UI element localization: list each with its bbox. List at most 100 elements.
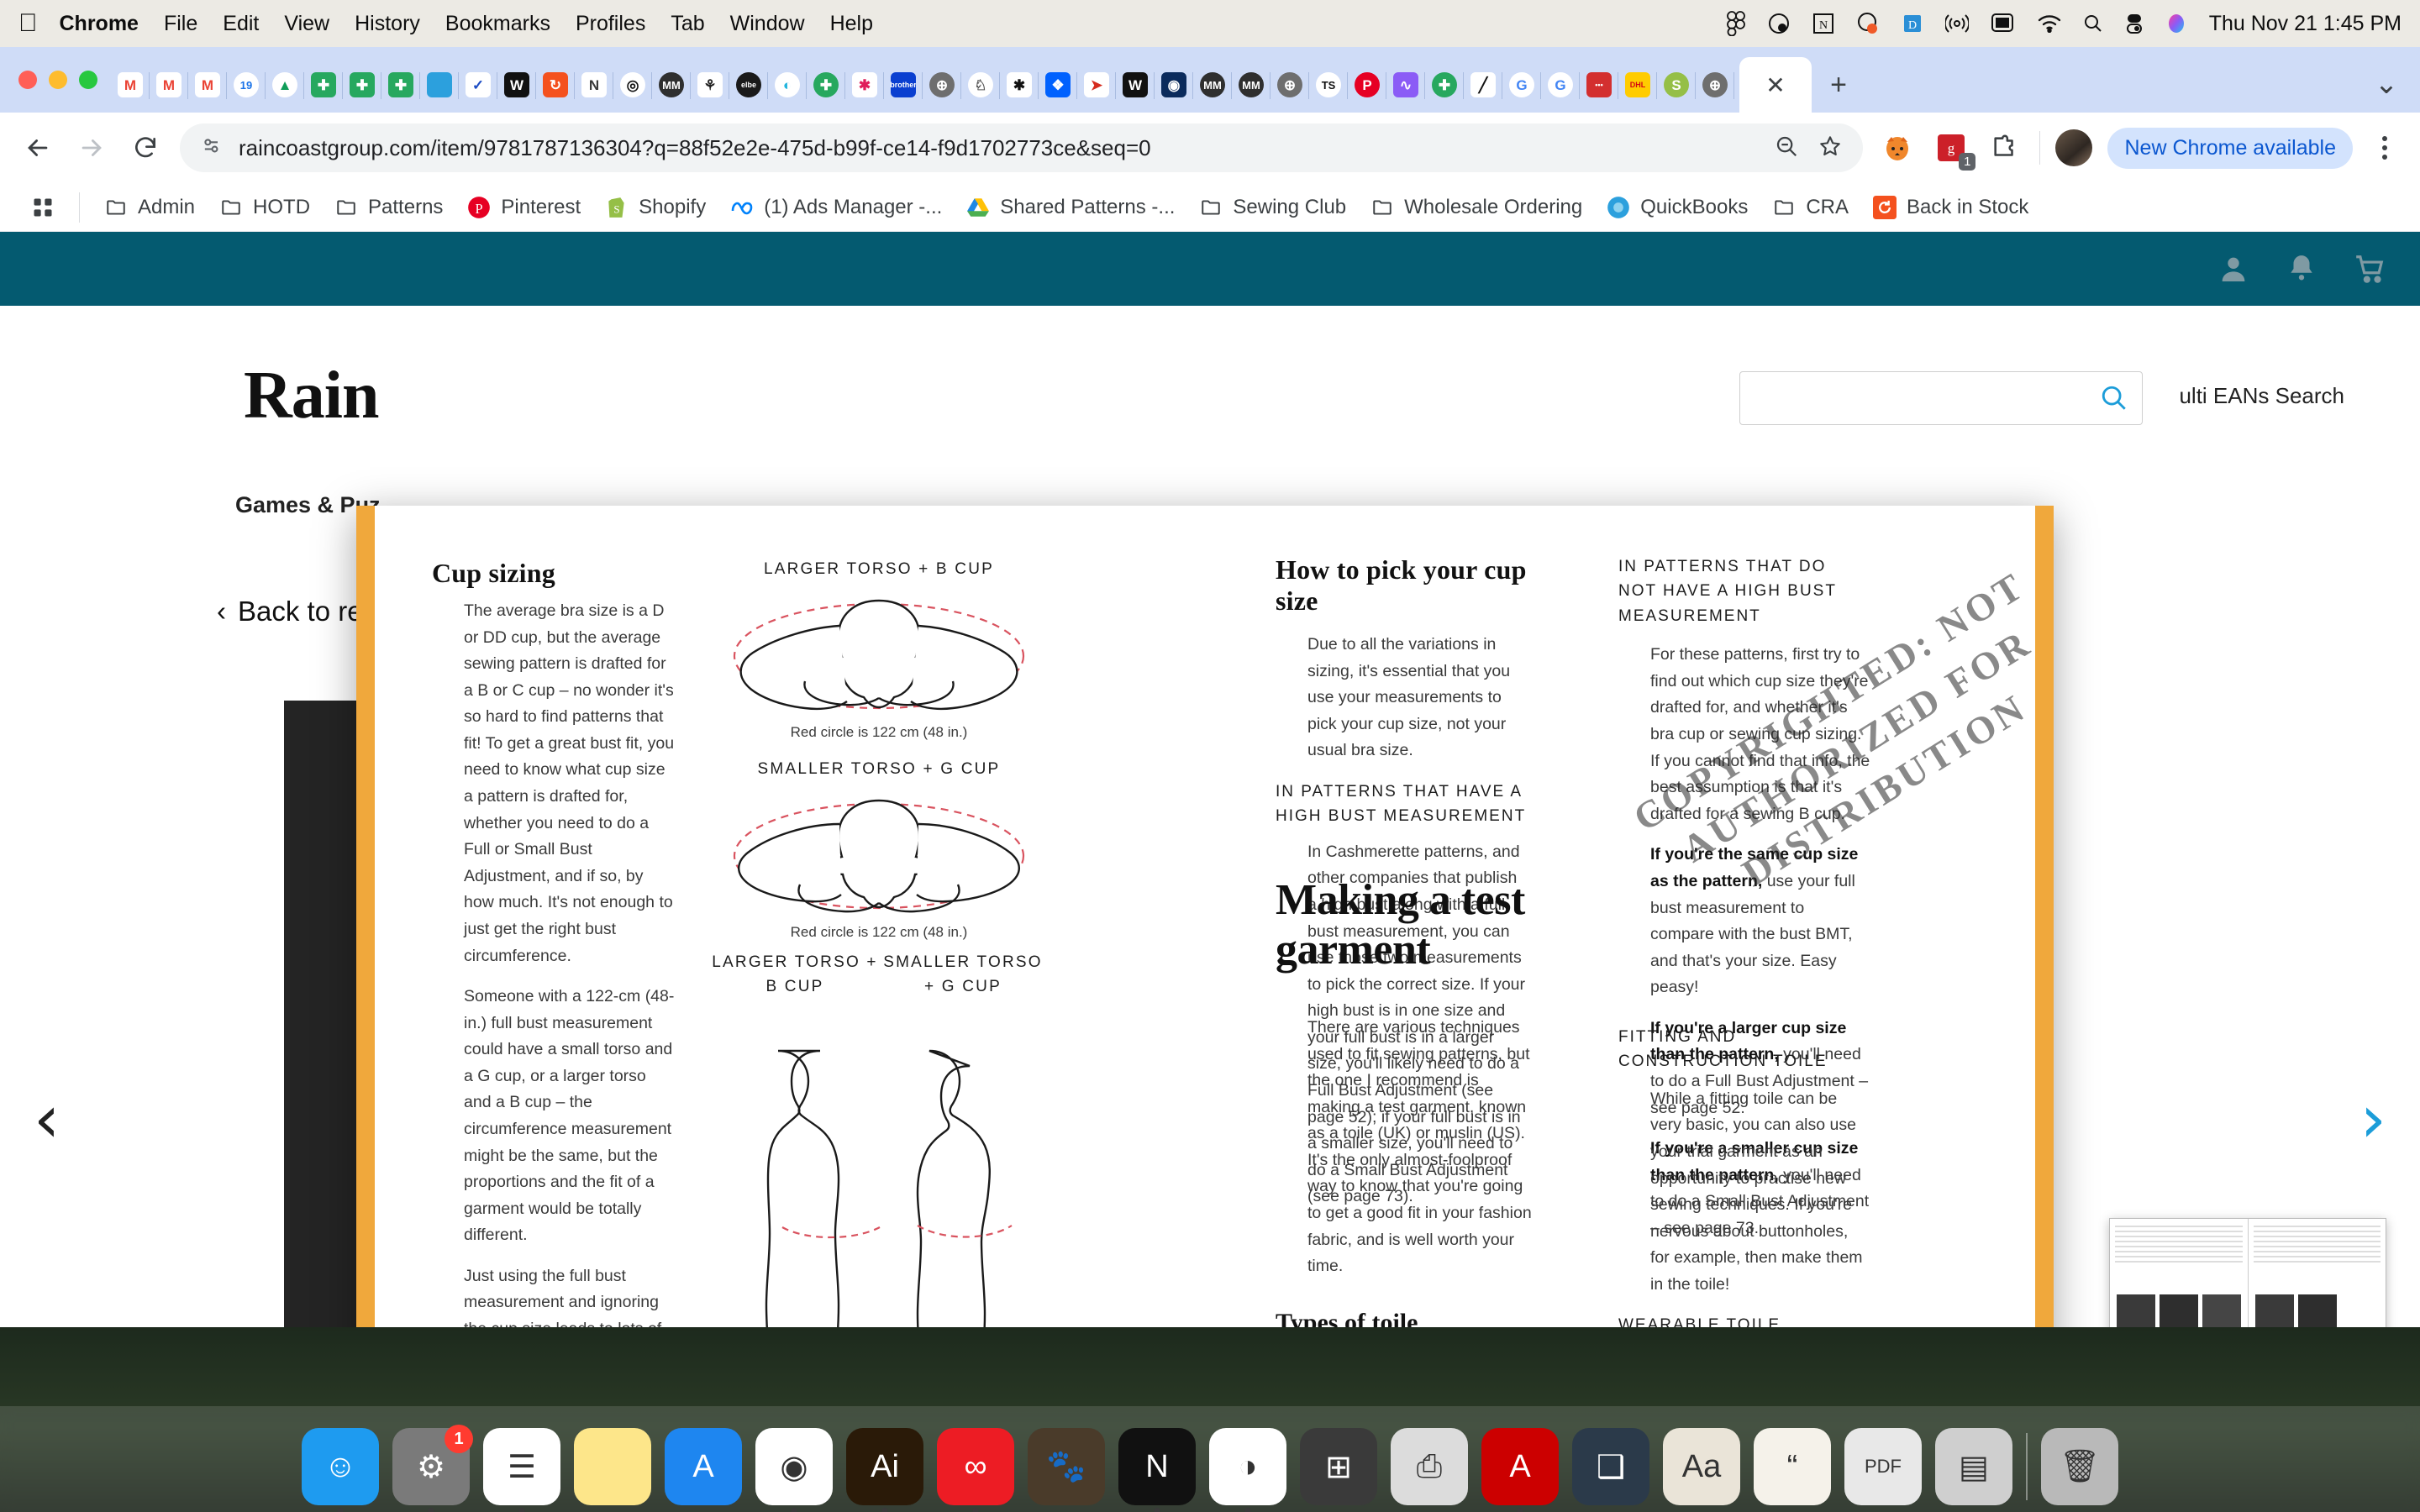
dock-item-printer-utility[interactable]: ⎙ xyxy=(1391,1428,1468,1505)
dock-item-dictionary[interactable]: Aa xyxy=(1663,1428,1740,1505)
menu-tab[interactable]: Tab xyxy=(671,12,704,36)
bookmark-shared-patterns[interactable]: Shared Patterns -... xyxy=(954,190,1186,225)
dock-item-notes[interactable] xyxy=(574,1428,651,1505)
pinned-tab-red-app[interactable]: ••• xyxy=(1580,57,1618,113)
pinned-tab-purple-app[interactable]: ∿ xyxy=(1386,57,1425,113)
menu-edit[interactable]: Edit xyxy=(223,12,259,36)
pinned-tab-google-drive[interactable]: ▲ xyxy=(266,57,304,113)
menu-window[interactable]: Window xyxy=(730,12,805,36)
profile-avatar[interactable] xyxy=(2055,129,2092,166)
dock-item-notion[interactable]: N xyxy=(1118,1428,1196,1505)
dock-item-adobe-creative-cloud[interactable]: ∞ xyxy=(937,1428,1014,1505)
notifications-icon[interactable] xyxy=(2286,253,2317,285)
figma-menu-icon[interactable] xyxy=(1727,11,1745,36)
pinned-tab-google[interactable]: G xyxy=(1541,57,1580,113)
close-tab-icon[interactable]: ✕ xyxy=(1765,71,1785,99)
bookmark-patterns[interactable]: Patterns xyxy=(322,190,455,225)
pinned-tab-shopify[interactable]: ✚ xyxy=(807,57,845,113)
pinned-tab-shopify-admin[interactable]: ✚ xyxy=(343,57,381,113)
dock-item-image-capture[interactable]: ❑ xyxy=(1572,1428,1649,1505)
dock-item-finder[interactable]: ☺ xyxy=(302,1428,379,1505)
pinned-tab-horse-site[interactable]: ♘ xyxy=(961,57,1000,113)
bookmark-shopify[interactable]: SShopify xyxy=(592,190,718,225)
pinned-tab-canva[interactable]: ◐ xyxy=(768,57,807,113)
apple-menu-icon[interactable]:  xyxy=(18,11,38,36)
dock-item-trash[interactable]: 🗑 xyxy=(2041,1428,2118,1505)
previous-page-arrow[interactable]: ‹ xyxy=(34,1087,60,1152)
display-menu-icon[interactable] xyxy=(1991,13,2016,34)
pinned-tab-globe[interactable]: ⊕ xyxy=(1696,57,1734,113)
tab-search-button[interactable]: ⌄ xyxy=(2360,57,2413,113)
menu-profiles[interactable]: Profiles xyxy=(576,12,645,36)
account-icon[interactable] xyxy=(2217,252,2250,286)
pinned-tab-ups-portal[interactable]: ◉ xyxy=(1155,57,1193,113)
bookmark-cra[interactable]: CRA xyxy=(1760,190,1860,225)
pinned-tab-mm-app[interactable]: MM xyxy=(1193,57,1232,113)
close-window-button[interactable] xyxy=(18,71,37,89)
menu-chrome[interactable]: Chrome xyxy=(60,12,139,36)
pinned-tab-netsuite[interactable]: N xyxy=(575,57,613,113)
pinned-tab-dropbox[interactable]: ❖ xyxy=(1039,57,1077,113)
menu-help[interactable]: Help xyxy=(830,12,873,36)
pinned-tab-wholesale[interactable]: W xyxy=(497,57,536,113)
new-tab-button[interactable]: + xyxy=(1812,57,1865,113)
pinned-tab-gmail[interactable]: M xyxy=(150,57,188,113)
pinned-tab-globe[interactable]: ⊕ xyxy=(1270,57,1309,113)
pinned-tab-slack[interactable]: ✱ xyxy=(845,57,884,113)
pinned-tab-ts-site[interactable]: TS xyxy=(1309,57,1348,113)
dock-item-app-store[interactable]: A xyxy=(665,1428,742,1505)
menu-bar-clock[interactable]: Thu Nov 21 1:45 PM xyxy=(2209,12,2402,36)
close-icon[interactable]: ✕ xyxy=(2355,492,2376,522)
bookmark-back-in-stock[interactable]: Back in Stock xyxy=(1860,190,2040,225)
menu-view[interactable]: View xyxy=(284,12,329,36)
pinned-tab-shopify-admin[interactable]: ✚ xyxy=(304,57,343,113)
bookmark-quickbooks[interactable]: QuickBooks xyxy=(1594,190,1760,225)
dock-item-adobe-acrobat[interactable]: A xyxy=(1481,1428,1559,1505)
pinned-tab-shopify-admin[interactable]: ✚ xyxy=(381,57,420,113)
dock-item-screenshots-folder[interactable]: ▤ xyxy=(1935,1428,2012,1505)
site-settings-icon[interactable] xyxy=(200,134,224,162)
chrome-update-button[interactable]: New Chrome available xyxy=(2107,128,2353,169)
back-button[interactable] xyxy=(18,129,57,167)
search-menu-icon[interactable] xyxy=(2083,13,2103,34)
pinned-tab-sketch-app[interactable]: ⚘ xyxy=(691,57,729,113)
apps-grid-icon[interactable] xyxy=(18,190,67,225)
search-input[interactable] xyxy=(1739,371,2143,425)
pinned-tab-gmail[interactable]: M xyxy=(111,57,150,113)
dropbox-menu-icon[interactable]: D xyxy=(1902,13,1923,34)
wifi-menu-icon[interactable] xyxy=(2038,14,2061,33)
menu-file[interactable]: File xyxy=(164,12,197,36)
pinned-tab-elbe[interactable]: elbe xyxy=(729,57,768,113)
dock-item-things-todo[interactable]: ☰ xyxy=(483,1428,560,1505)
grammarly-menu-icon[interactable] xyxy=(1856,12,1880,35)
minimize-window-button[interactable] xyxy=(49,71,67,89)
pinned-tab-brother[interactable]: brother xyxy=(884,57,923,113)
pinned-tab-quickbooks[interactable] xyxy=(420,57,459,113)
pinned-tab-wholesale-portal[interactable]: W xyxy=(1116,57,1155,113)
dock-item-bear-app[interactable]: 🐾 xyxy=(1028,1428,1105,1505)
pinned-tab-back-in-stock[interactable]: ↻ xyxy=(536,57,575,113)
dock-item-system-settings[interactable]: ⚙1 xyxy=(392,1428,470,1505)
address-bar[interactable]: raincoastgroup.com/item/9781787136304?q=… xyxy=(180,123,1863,172)
bookmark-1-ads-manager[interactable]: (1) Ads Manager -... xyxy=(718,190,954,225)
cart-icon[interactable] xyxy=(2353,253,2386,285)
close-preview-button[interactable]: Close ✕ xyxy=(2275,492,2376,522)
dock-item-figma[interactable]: ◑ xyxy=(1209,1428,1286,1505)
siri-menu-icon[interactable] xyxy=(2165,13,2187,34)
dock-item-google-chrome[interactable]: ◉ xyxy=(755,1428,833,1505)
pinned-tab-globe[interactable]: ⊕ xyxy=(923,57,961,113)
pinned-tab-scribble-site[interactable]: ╱ xyxy=(1464,57,1502,113)
menu-history[interactable]: History xyxy=(355,12,420,36)
pinned-tab-spiral-app[interactable]: ◎ xyxy=(613,57,652,113)
firefox-relay-extension-icon[interactable] xyxy=(1878,129,1917,167)
maximize-window-button[interactable] xyxy=(79,71,97,89)
pinned-tab-canada-post[interactable]: ➤ xyxy=(1077,57,1116,113)
pinned-tab-google[interactable]: G xyxy=(1502,57,1541,113)
dock-item-calculator[interactable]: ⊞ xyxy=(1300,1428,1377,1505)
dock-item-quote-tool[interactable]: “ xyxy=(1754,1428,1831,1505)
url-text[interactable]: raincoastgroup.com/item/9781787136304?q=… xyxy=(239,135,1759,161)
dock-item-pdf-file[interactable]: PDF xyxy=(1844,1428,1922,1505)
chrome-menu-icon[interactable] xyxy=(2368,136,2402,160)
bookmark-hotd[interactable]: HOTD xyxy=(207,190,322,225)
pinned-tab-mm-app[interactable]: MM xyxy=(652,57,691,113)
